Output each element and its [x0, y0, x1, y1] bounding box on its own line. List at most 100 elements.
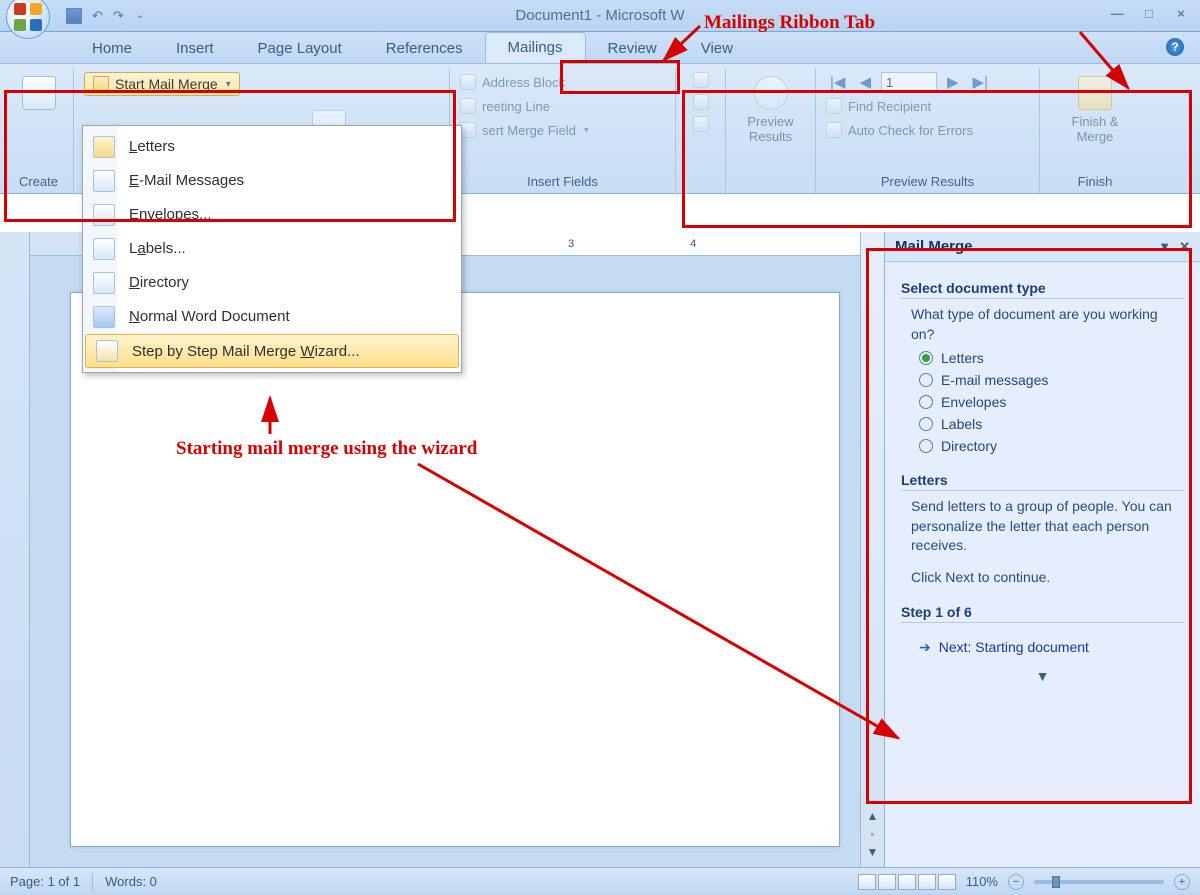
last-record-button[interactable]: ▶|	[969, 73, 992, 91]
radio-labels[interactable]: Labels	[919, 416, 1184, 432]
minimize-button[interactable]: —	[1108, 6, 1126, 21]
document-page[interactable]	[70, 292, 840, 847]
menu-envelopes[interactable]: Envelopes...	[83, 198, 461, 232]
task-pane-menu-icon[interactable]: ▼	[1158, 239, 1171, 255]
finish-merge-button[interactable]: Finish & Merge	[1064, 72, 1127, 148]
view-full-screen-icon[interactable]	[878, 874, 896, 890]
menu-directory[interactable]: Directory	[83, 266, 461, 300]
radio-dot-icon	[919, 417, 933, 431]
tab-review[interactable]: Review	[586, 34, 679, 63]
tab-view[interactable]: View	[679, 34, 755, 63]
office-button[interactable]	[6, 0, 50, 39]
vertical-ruler	[0, 232, 30, 867]
finish-group-label: Finish	[1050, 172, 1140, 193]
preview-results-button[interactable]: Preview Results	[739, 72, 801, 148]
title-bar: ↶ ↷ ⌄ Document1 - Microsoft W — □ ×	[0, 0, 1200, 32]
greeting-line-button[interactable]: reeting Line	[460, 96, 550, 116]
record-number-input[interactable]	[881, 72, 937, 92]
letter-icon	[93, 136, 115, 158]
maximize-button[interactable]: □	[1140, 6, 1158, 21]
status-bar: Page: 1 of 1 Words: 0 110% − +	[0, 867, 1200, 895]
zoom-level[interactable]: 110%	[966, 874, 998, 889]
radio-dot-icon	[919, 395, 933, 409]
zoom-in-button[interactable]: +	[1174, 874, 1190, 890]
radio-directory[interactable]: Directory	[919, 438, 1184, 454]
radio-envelopes[interactable]: Envelopes	[919, 394, 1184, 410]
envelope-icon	[22, 76, 56, 110]
zoom-slider[interactable]	[1034, 880, 1164, 884]
chevron-down-icon: ▾	[584, 125, 589, 136]
task-pane-header: Mail Merge ▼ ✕	[885, 232, 1200, 262]
insert-fields-group-label: Insert Fields	[460, 172, 665, 193]
find-icon	[826, 98, 842, 114]
prev-record-button[interactable]: ◀	[855, 73, 875, 91]
section-select-type: Select document type	[901, 280, 1184, 299]
undo-icon[interactable]: ↶	[92, 8, 103, 24]
doc-type-question: What type of document are you working on…	[911, 305, 1184, 344]
qat-dropdown-icon[interactable]: ⌄	[136, 10, 144, 21]
next-step-link[interactable]: ➔ Next: Starting document	[919, 639, 1184, 656]
next-record-button[interactable]: ▶	[943, 73, 963, 91]
quick-access-toolbar: ↶ ↷ ⌄	[66, 8, 144, 24]
view-mode-buttons	[858, 874, 956, 890]
find-recipient-button[interactable]: Find Recipient	[826, 96, 931, 116]
tab-home[interactable]: Home	[70, 34, 154, 63]
preview-results-group-label: Preview Results	[826, 172, 1029, 193]
menu-letters[interactable]: Letters	[83, 130, 461, 164]
radio-letters[interactable]: Letters	[919, 350, 1184, 366]
help-icon[interactable]: ?	[1166, 38, 1184, 56]
view-draft-icon[interactable]	[938, 874, 956, 890]
radio-dot-icon	[919, 373, 933, 387]
menu-email[interactable]: E-Mail Messages	[83, 164, 461, 198]
address-block-button[interactable]: Address Block	[460, 72, 565, 92]
save-icon[interactable]	[66, 8, 82, 24]
start-mail-merge-button[interactable]: Start Mail Merge ▾	[84, 72, 240, 96]
scroll-up-icon[interactable]: ▲	[867, 809, 879, 823]
close-button[interactable]: ×	[1172, 6, 1190, 21]
insert-merge-field-button[interactable]: sert Merge Field ▾	[460, 120, 589, 140]
window-title: Document1 - Microsoft W	[0, 7, 1200, 24]
start-mail-merge-menu: Letters E-Mail Messages Envelopes... Lab…	[82, 125, 462, 373]
address-block-icon	[460, 74, 476, 90]
status-words[interactable]: Words: 0	[105, 874, 157, 889]
envelope-icon	[93, 204, 115, 226]
mail-merge-icon	[93, 76, 109, 92]
mail-merge-task-pane: Mail Merge ▼ ✕ Select document type What…	[884, 232, 1200, 867]
menu-wizard[interactable]: Step by Step Mail Merge Wizard...	[85, 334, 459, 368]
update-labels-icon[interactable]	[693, 116, 709, 132]
tab-page-layout[interactable]: Page Layout	[236, 34, 364, 63]
vertical-scrollbar[interactable]: ▲ ◦ ▼	[860, 232, 884, 867]
tab-insert[interactable]: Insert	[154, 34, 236, 63]
task-pane-close-icon[interactable]: ✕	[1179, 239, 1190, 255]
create-envelopes-button[interactable]	[14, 72, 64, 114]
view-outline-icon[interactable]	[918, 874, 936, 890]
task-pane-title: Mail Merge	[895, 238, 973, 255]
click-next-text: Click Next to continue.	[911, 568, 1184, 588]
step-indicator: Step 1 of 6	[901, 604, 1184, 623]
scroll-down-icon[interactable]: ▼	[867, 845, 879, 859]
view-print-layout-icon[interactable]	[858, 874, 876, 890]
task-pane-more-icon[interactable]: ▼	[901, 668, 1184, 684]
finish-icon	[1078, 76, 1112, 110]
first-record-button[interactable]: |◀	[826, 73, 849, 91]
start-mail-merge-label: Start Mail Merge	[115, 76, 218, 92]
directory-icon	[93, 272, 115, 294]
section-letters: Letters	[901, 472, 1184, 491]
tab-references[interactable]: References	[364, 34, 485, 63]
match-fields-icon[interactable]	[693, 94, 709, 110]
chevron-down-icon: ▾	[226, 79, 231, 90]
menu-labels[interactable]: Labels...	[83, 232, 461, 266]
preview-icon	[754, 76, 788, 110]
zoom-out-button[interactable]: −	[1008, 874, 1024, 890]
menu-normal-doc[interactable]: Normal Word Document	[83, 300, 461, 334]
auto-check-errors-button[interactable]: Auto Check for Errors	[826, 120, 973, 140]
radio-email[interactable]: E-mail messages	[919, 372, 1184, 388]
merge-field-icon	[460, 122, 476, 138]
status-page[interactable]: Page: 1 of 1	[10, 874, 80, 889]
rules-icon[interactable]	[693, 72, 709, 88]
redo-icon[interactable]: ↷	[113, 8, 124, 24]
scroll-marker-icon[interactable]: ◦	[870, 827, 874, 841]
view-web-layout-icon[interactable]	[898, 874, 916, 890]
radio-dot-icon	[919, 439, 933, 453]
tab-mailings[interactable]: Mailings	[485, 32, 586, 63]
